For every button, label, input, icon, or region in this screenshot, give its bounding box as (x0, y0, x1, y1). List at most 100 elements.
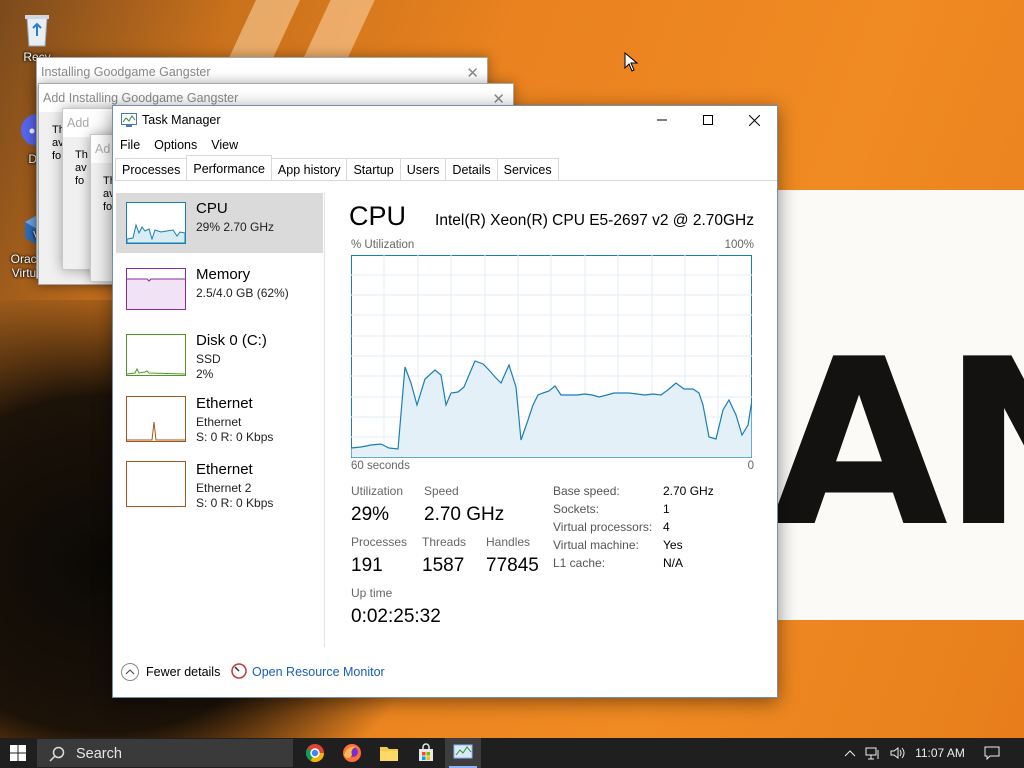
resource-detail: Ethernet 2 (196, 481, 252, 495)
spec-value: Yes (663, 538, 683, 552)
spec-value: 1 (663, 502, 670, 516)
chrome-icon[interactable] (297, 738, 333, 768)
window-text-fragment: Th av fo (75, 149, 88, 188)
close-button[interactable] (731, 106, 777, 134)
uptime-label: Up time (351, 586, 393, 600)
file-explorer-icon[interactable] (371, 738, 407, 768)
memory-thumbnail-graph (126, 268, 186, 310)
handles-label: Handles (486, 535, 531, 549)
resource-name: Ethernet (196, 395, 253, 412)
cpu-utilization-graph (350, 255, 753, 459)
speed-label: Speed (424, 484, 459, 498)
spec-key: Base speed: (553, 484, 620, 498)
ethernet-thumbnail-graph (126, 461, 186, 507)
resource-name: CPU (196, 200, 228, 217)
window-title-fragment: Add (43, 91, 66, 105)
handles-value: 77845 (486, 555, 539, 576)
fewer-details-button[interactable]: Fewer details (146, 665, 220, 679)
clock[interactable]: 11:07 AM (910, 738, 970, 768)
tab-app-history[interactable]: App history (270, 158, 348, 180)
title-bar[interactable]: Task Manager (113, 106, 777, 134)
window-title: Task Manager (142, 113, 221, 127)
search-box[interactable]: Search (37, 739, 293, 767)
minimize-button[interactable] (639, 106, 685, 134)
resource-title: CPU (349, 201, 407, 231)
speed-value: 2.70 GHz (424, 504, 505, 525)
threads-label: Threads (422, 535, 467, 549)
start-button[interactable] (0, 738, 36, 768)
resource-detail: SSD (196, 352, 221, 366)
spec-value: 4 (663, 520, 670, 534)
resource-item-ethernet[interactable]: Ethernet Ethernet S: 0 R: 0 Kbps (116, 391, 323, 451)
search-placeholder: Search (76, 746, 122, 762)
window-title-text: Installing Goodgame Gangster (68, 91, 239, 105)
taskbar: Search 11:07 AM (0, 738, 1024, 768)
network-icon[interactable] (862, 738, 884, 768)
processes-value: 191 (351, 555, 383, 576)
task-manager-icon (121, 113, 137, 127)
chevron-up-icon[interactable] (121, 663, 139, 681)
task-manager-taskbar-icon[interactable] (445, 738, 481, 768)
resource-name: Disk 0 (C:) (196, 332, 267, 349)
minimize-icon (657, 119, 667, 121)
tab-details[interactable]: Details (445, 158, 498, 180)
footer: Fewer details Open Resource Monitor (113, 647, 777, 697)
resource-item-memory[interactable]: Memory 2.5/4.0 GB (62%) (116, 259, 323, 319)
uptime-value: 0:02:25:32 (351, 606, 441, 627)
open-resource-monitor-link[interactable]: Open Resource Monitor (252, 665, 385, 679)
resource-monitor-icon (231, 663, 247, 679)
menu-file[interactable]: File (113, 135, 147, 155)
cpu-detail-panel: CPU Intel(R) Xeon(R) CPU E5-2697 v2 @ 2.… (324, 193, 777, 647)
firefox-icon[interactable] (334, 738, 370, 768)
tab-services[interactable]: Services (496, 158, 559, 180)
menu-options[interactable]: Options (147, 135, 204, 155)
resource-item-ethernet-2[interactable]: Ethernet Ethernet 2 S: 0 R: 0 Kbps (116, 457, 323, 517)
spec-key: Sockets: (553, 502, 600, 516)
resource-list: CPU 29% 2.70 GHz Memory 2.5/4.0 GB (62%)… (116, 193, 323, 523)
utilization-value: 29% (351, 504, 390, 525)
mouse-cursor-icon (624, 51, 639, 75)
resource-item-disk[interactable]: Disk 0 (C:) SSD 2% (116, 325, 323, 385)
recycle-bin-icon (19, 10, 55, 47)
spec-key: Virtual processors: (553, 520, 653, 534)
cpu-model: Intel(R) Xeon(R) CPU E5-2697 v2 @ 2.70GH… (435, 212, 754, 229)
utilization-label: Utilization (351, 484, 404, 498)
graph-zero-label: 0 (747, 460, 754, 472)
graph-max-label: 100% (724, 239, 754, 251)
resource-detail: 2% (196, 367, 214, 381)
window-title: Installing Goodgame Gangster (41, 65, 211, 79)
chevron-up-icon[interactable] (840, 738, 860, 768)
tab-bar: Processes Performance App history Startu… (115, 155, 777, 181)
text-fragment: Th (75, 149, 88, 161)
resource-name: Ethernet (196, 461, 253, 478)
tab-users[interactable]: Users (399, 158, 447, 180)
maximize-button[interactable] (685, 106, 731, 134)
search-icon (49, 746, 65, 762)
tab-processes[interactable]: Processes (115, 158, 188, 180)
spec-key: L1 cache: (553, 556, 606, 570)
resource-detail: Ethernet (196, 415, 242, 429)
notifications-icon[interactable] (978, 738, 1006, 768)
text-fragment: fo (75, 175, 85, 187)
windows-icon (10, 745, 26, 761)
close-icon[interactable]: ✕ (466, 64, 479, 82)
ethernet-thumbnail-graph (126, 396, 186, 442)
background-text: ANT (770, 311, 1024, 578)
processes-label: Processes (351, 535, 408, 549)
disk-thumbnail-graph (126, 334, 186, 376)
desktop-icon-recycle-bin[interactable]: Recy (2, 10, 72, 64)
task-manager-window[interactable]: Task Manager File Options View Processes… (112, 105, 778, 698)
graph-label: % Utilization (351, 239, 415, 251)
store-icon[interactable] (408, 738, 444, 768)
menu-view[interactable]: View (204, 135, 245, 155)
resource-detail: 29% 2.70 GHz (196, 220, 275, 234)
volume-icon[interactable] (886, 738, 908, 768)
resource-name: Memory (196, 266, 251, 283)
spec-key: Virtual machine: (553, 538, 639, 552)
resource-detail: 2.5/4.0 GB (62%) (196, 286, 289, 300)
spec-value: 2.70 GHz (663, 484, 714, 498)
tab-performance[interactable]: Performance (186, 155, 272, 180)
tab-startup[interactable]: Startup (346, 158, 401, 180)
resource-item-cpu[interactable]: CPU 29% 2.70 GHz (116, 193, 323, 253)
threads-value: 1587 (422, 555, 465, 576)
